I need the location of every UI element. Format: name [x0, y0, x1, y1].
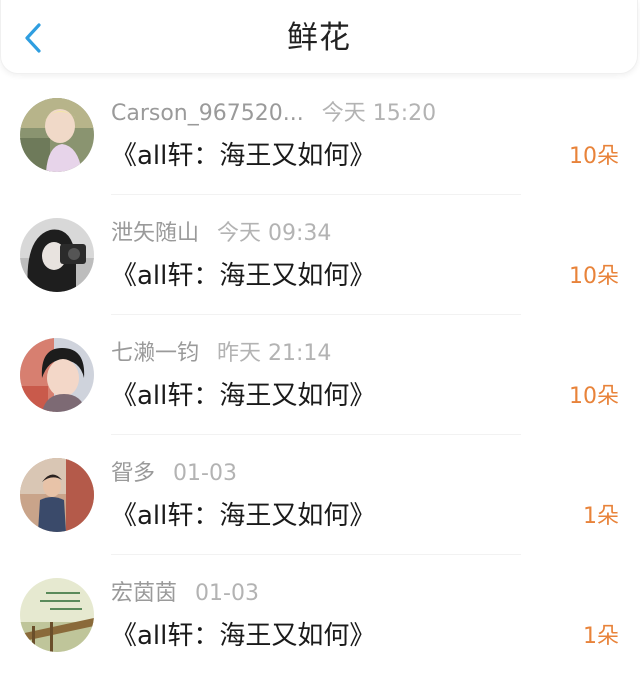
- list-item[interactable]: 七濑一钧 昨天 21:14 《all轩：海王又如何》 10朵: [0, 315, 640, 435]
- user-name[interactable]: 宏茵茵: [111, 581, 177, 606]
- avatar[interactable]: [20, 98, 94, 172]
- record-meta: 泄矢随山 今天 09:34: [111, 218, 331, 250]
- top-bar: 鲜花: [0, 0, 638, 74]
- record-meta: 眢多 01-03: [111, 458, 237, 490]
- book-title[interactable]: 《all轩：海王又如何》: [111, 616, 375, 656]
- list-item[interactable]: 宏茵茵 01-03 《all轩：海王又如何》 1朵: [0, 555, 640, 675]
- flower-count: 10朵: [569, 264, 619, 289]
- avatar[interactable]: [20, 218, 94, 292]
- timestamp: 昨天 21:14: [217, 341, 332, 366]
- record-meta: 宏茵茵 01-03: [111, 578, 259, 610]
- record-meta: 七濑一钧 昨天 21:14: [111, 338, 331, 370]
- flower-records-page: 鲜花 Carson_967520... 今天 15:20 《all轩：海王又如何》…: [0, 0, 640, 675]
- list-item[interactable]: Carson_967520... 今天 15:20 《all轩：海王又如何》 10…: [0, 75, 640, 195]
- user-name[interactable]: 七濑一钧: [111, 341, 199, 366]
- flower-count: 10朵: [569, 384, 619, 409]
- list-item[interactable]: 眢多 01-03 《all轩：海王又如何》 1朵: [0, 435, 640, 555]
- user-name[interactable]: 泄矢随山: [111, 221, 199, 246]
- page-title: 鲜花: [287, 20, 351, 56]
- book-title[interactable]: 《all轩：海王又如何》: [111, 136, 375, 176]
- timestamp: 今天 09:34: [217, 221, 332, 246]
- user-name[interactable]: 眢多: [111, 461, 155, 486]
- user-name[interactable]: Carson_967520...: [111, 101, 304, 126]
- flower-count: 10朵: [569, 144, 619, 169]
- book-title[interactable]: 《all轩：海王又如何》: [111, 256, 375, 296]
- flower-count: 1朵: [583, 504, 619, 529]
- timestamp: 今天 15:20: [321, 101, 437, 126]
- record-meta: Carson_967520... 今天 15:20: [111, 98, 436, 130]
- avatar[interactable]: [20, 338, 94, 412]
- avatar[interactable]: [20, 458, 94, 532]
- flower-count: 1朵: [583, 624, 619, 649]
- avatar[interactable]: [20, 578, 94, 652]
- book-title[interactable]: 《all轩：海王又如何》: [111, 496, 375, 536]
- book-title[interactable]: 《all轩：海王又如何》: [111, 376, 375, 416]
- flower-list: Carson_967520... 今天 15:20 《all轩：海王又如何》 10…: [0, 75, 640, 675]
- timestamp: 01-03: [173, 461, 237, 486]
- timestamp: 01-03: [195, 581, 259, 606]
- list-item[interactable]: 泄矢随山 今天 09:34 《all轩：海王又如何》 10朵: [0, 195, 640, 315]
